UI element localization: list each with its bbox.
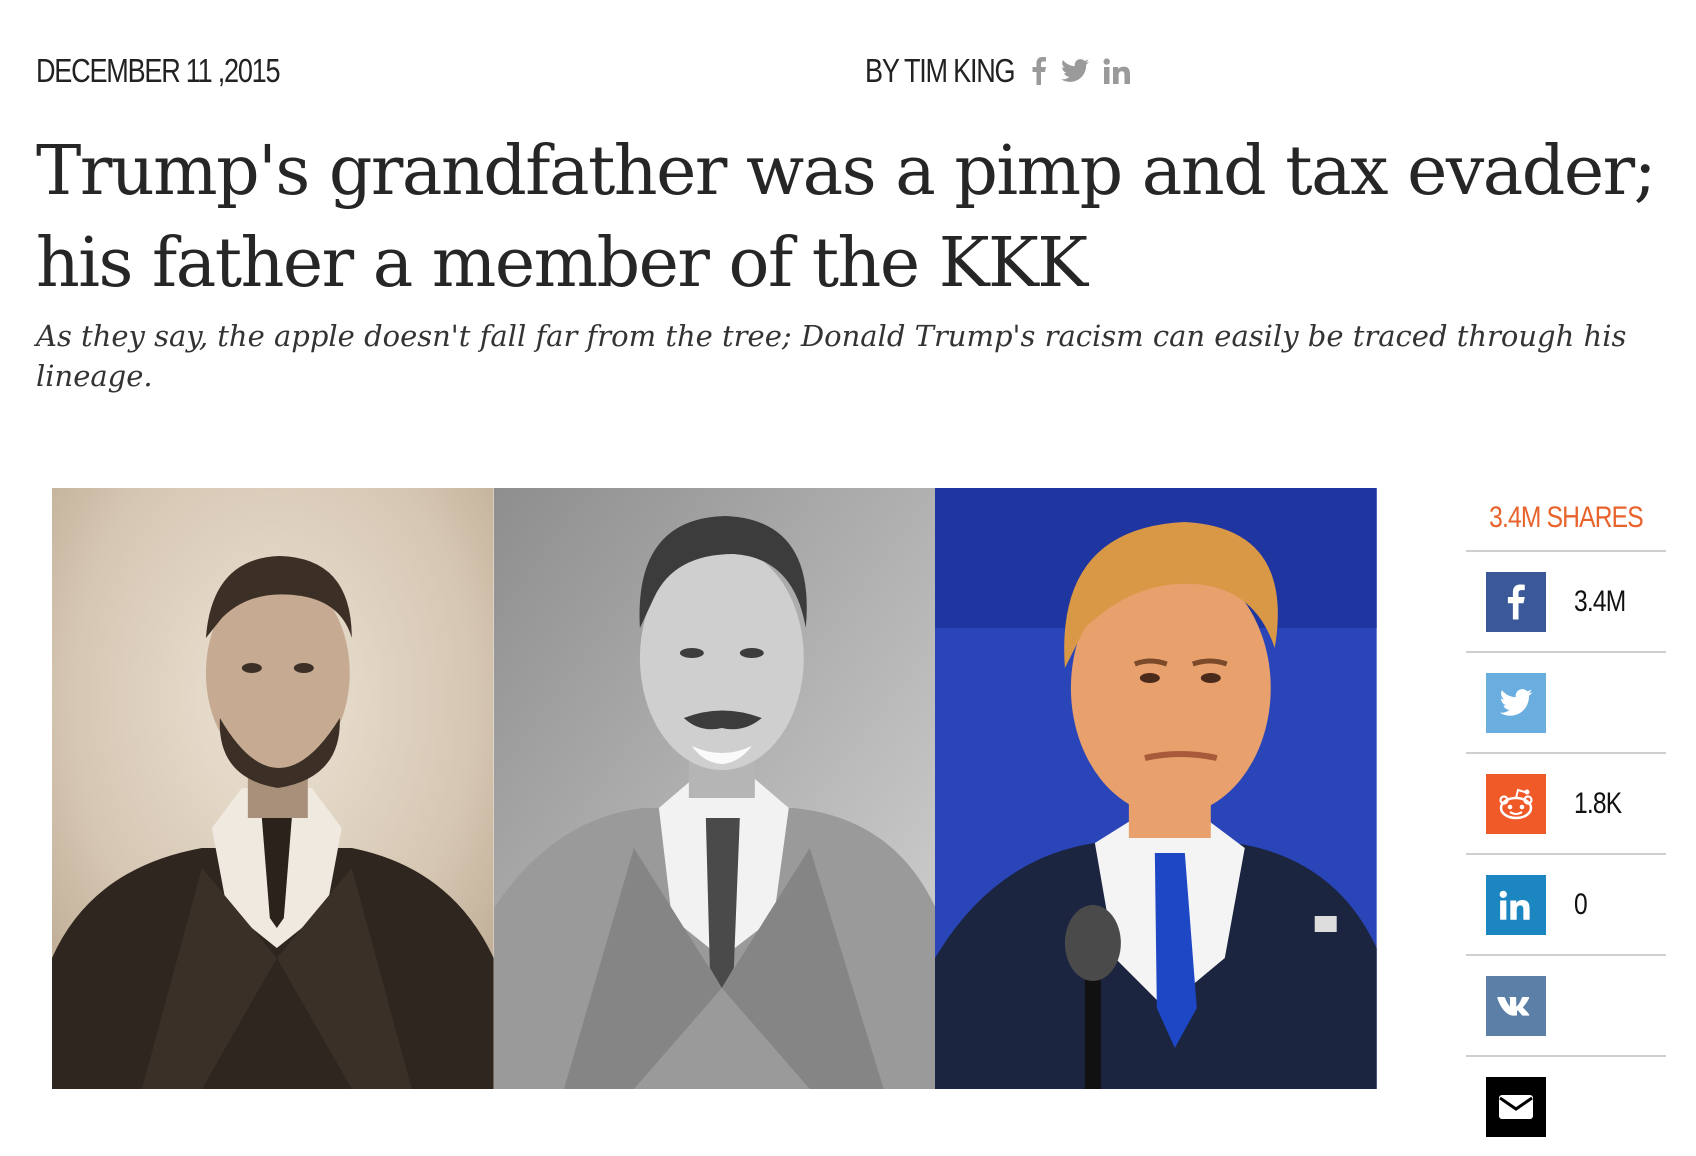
grayscale-portrait: [493, 488, 936, 1089]
facebook-share-button[interactable]: [1486, 571, 1546, 632]
facebook-share-count: 3.4M: [1574, 584, 1626, 618]
facebook-icon[interactable]: [1031, 57, 1047, 85]
twitter-share-button[interactable]: [1486, 672, 1546, 733]
share-row-email: [1466, 1055, 1666, 1156]
color-portrait: [935, 488, 1377, 1089]
share-row-reddit: 1.8K: [1466, 752, 1666, 853]
linkedin-share-count: 0: [1574, 887, 1588, 921]
article-subtitle: As they say, the apple doesn't fall far …: [36, 319, 1627, 393]
twitter-icon: [1499, 688, 1533, 716]
email-share-button[interactable]: [1486, 1076, 1546, 1137]
linkedin-icon[interactable]: [1103, 58, 1133, 84]
vk-share-button[interactable]: [1486, 975, 1546, 1036]
hero-image: [52, 488, 1377, 1089]
email-icon: [1499, 1094, 1533, 1119]
reddit-share-button[interactable]: [1486, 773, 1546, 834]
share-sidebar: 3.4M SHARES 3.4M 1.8K 0: [1466, 490, 1666, 1156]
share-row-vk: [1466, 954, 1666, 1055]
linkedin-icon: [1499, 890, 1530, 920]
linkedin-share-button[interactable]: [1486, 874, 1546, 935]
facebook-icon: [1507, 584, 1525, 619]
sepia-portrait: [52, 488, 494, 1089]
share-row-twitter: [1466, 651, 1666, 752]
byline: BY TIM KING: [865, 52, 1133, 90]
share-total: 3.4M SHARES: [1489, 501, 1643, 534]
share-row-linkedin: 0: [1466, 853, 1666, 954]
twitter-icon[interactable]: [1061, 59, 1090, 83]
article-date: DECEMBER 11 ,2015: [36, 52, 281, 89]
article-headline: Trump's grandfather was a pimp and tax e…: [36, 132, 1656, 303]
reddit-icon: [1499, 788, 1533, 819]
reddit-share-count: 1.8K: [1574, 786, 1622, 820]
author-name[interactable]: BY TIM KING: [865, 52, 1016, 90]
vk-icon: [1497, 996, 1530, 1016]
share-row-facebook: 3.4M: [1466, 550, 1666, 651]
